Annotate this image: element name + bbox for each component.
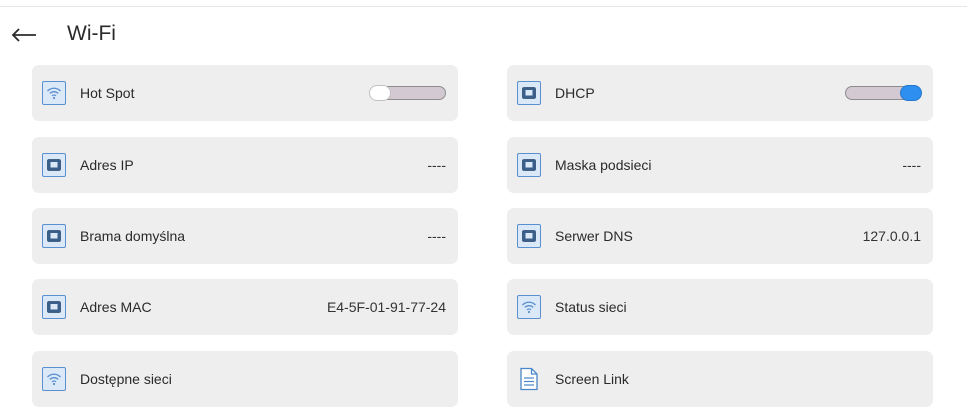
brama-domyslna-value: ---- [427,228,446,244]
dhcp-toggle[interactable] [845,85,922,101]
hot-spot-toggle[interactable] [369,85,446,101]
wifi-icon [517,295,541,319]
brama-domyslna-label: Brama domyślna [80,228,186,244]
document-icon [517,366,541,392]
adres-mac-value: E4-5F-01-91-77-24 [326,299,446,315]
hot-spot-tile[interactable]: Hot Spot [32,65,458,121]
dostepne-sieci-tile[interactable]: Dostępne sieci [32,351,458,407]
wifi-icon [42,81,66,105]
back-button[interactable] [6,18,42,52]
maska-podsieci-tile[interactable]: Maska podsieci ---- [507,137,933,193]
adres-ip-tile[interactable]: Adres IP ---- [32,137,458,193]
brama-domyslna-tile[interactable]: Brama domyślna ---- [32,208,458,264]
dhcp-tile[interactable]: DHCP [507,65,933,121]
screen-link-tile[interactable]: Screen Link [507,351,933,407]
screen-link-label: Screen Link [555,371,629,387]
network-port-icon [42,295,66,319]
hot-spot-label: Hot Spot [80,85,135,101]
toggle-knob [369,85,391,101]
top-divider [0,6,967,7]
network-port-icon [517,224,541,248]
dostepne-sieci-label: Dostępne sieci [80,371,172,387]
adres-mac-tile[interactable]: Adres MAC E4-5F-01-91-77-24 [32,279,458,335]
status-sieci-label: Status sieci [555,299,627,315]
serwer-dns-label: Serwer DNS [555,228,633,244]
network-port-icon [517,81,541,105]
serwer-dns-tile[interactable]: Serwer DNS 127.0.0.1 [507,208,933,264]
page-title: Wi-Fi [67,22,116,45]
adres-ip-label: Adres IP [80,157,134,173]
header: Wi-Fi [0,14,967,54]
maska-podsieci-label: Maska podsieci [555,157,652,173]
adres-mac-label: Adres MAC [80,299,152,315]
adres-ip-value: ---- [427,157,446,173]
network-port-icon [42,153,66,177]
toggle-knob [900,85,922,101]
serwer-dns-value: 127.0.0.1 [862,228,921,244]
network-port-icon [517,153,541,177]
wifi-icon [42,367,66,391]
status-sieci-tile[interactable]: Status sieci [507,279,933,335]
arrow-left-icon [11,28,36,42]
network-port-icon [42,224,66,248]
clipped-top-strip [0,0,967,8]
dhcp-label: DHCP [555,85,595,101]
maska-podsieci-value: ---- [902,157,921,173]
